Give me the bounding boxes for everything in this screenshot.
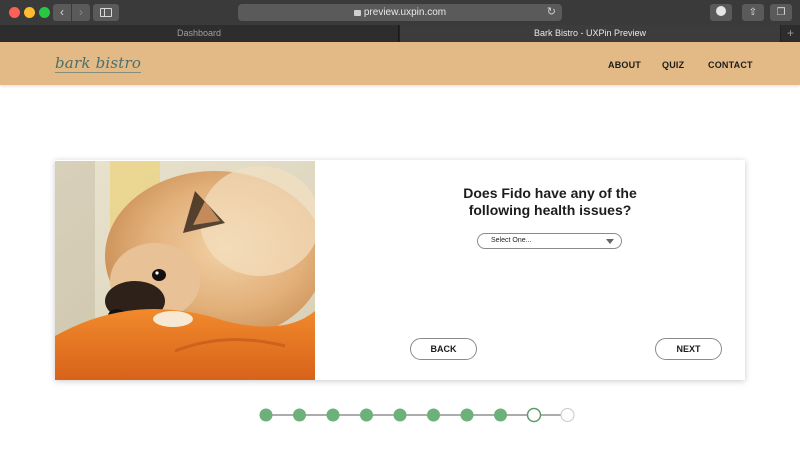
progress-step-done [293,408,306,422]
progress-step-done [259,408,273,422]
progress-step-done [460,408,474,422]
progress-step-done [393,408,407,422]
progress-step-done [326,408,340,422]
progress-step-done [494,408,507,422]
progress-step-current [526,407,542,423]
progress-step-done [427,408,440,422]
progress-step-done [360,408,373,422]
progress-step-upcoming [560,408,575,422]
progress-steps [259,407,575,423]
